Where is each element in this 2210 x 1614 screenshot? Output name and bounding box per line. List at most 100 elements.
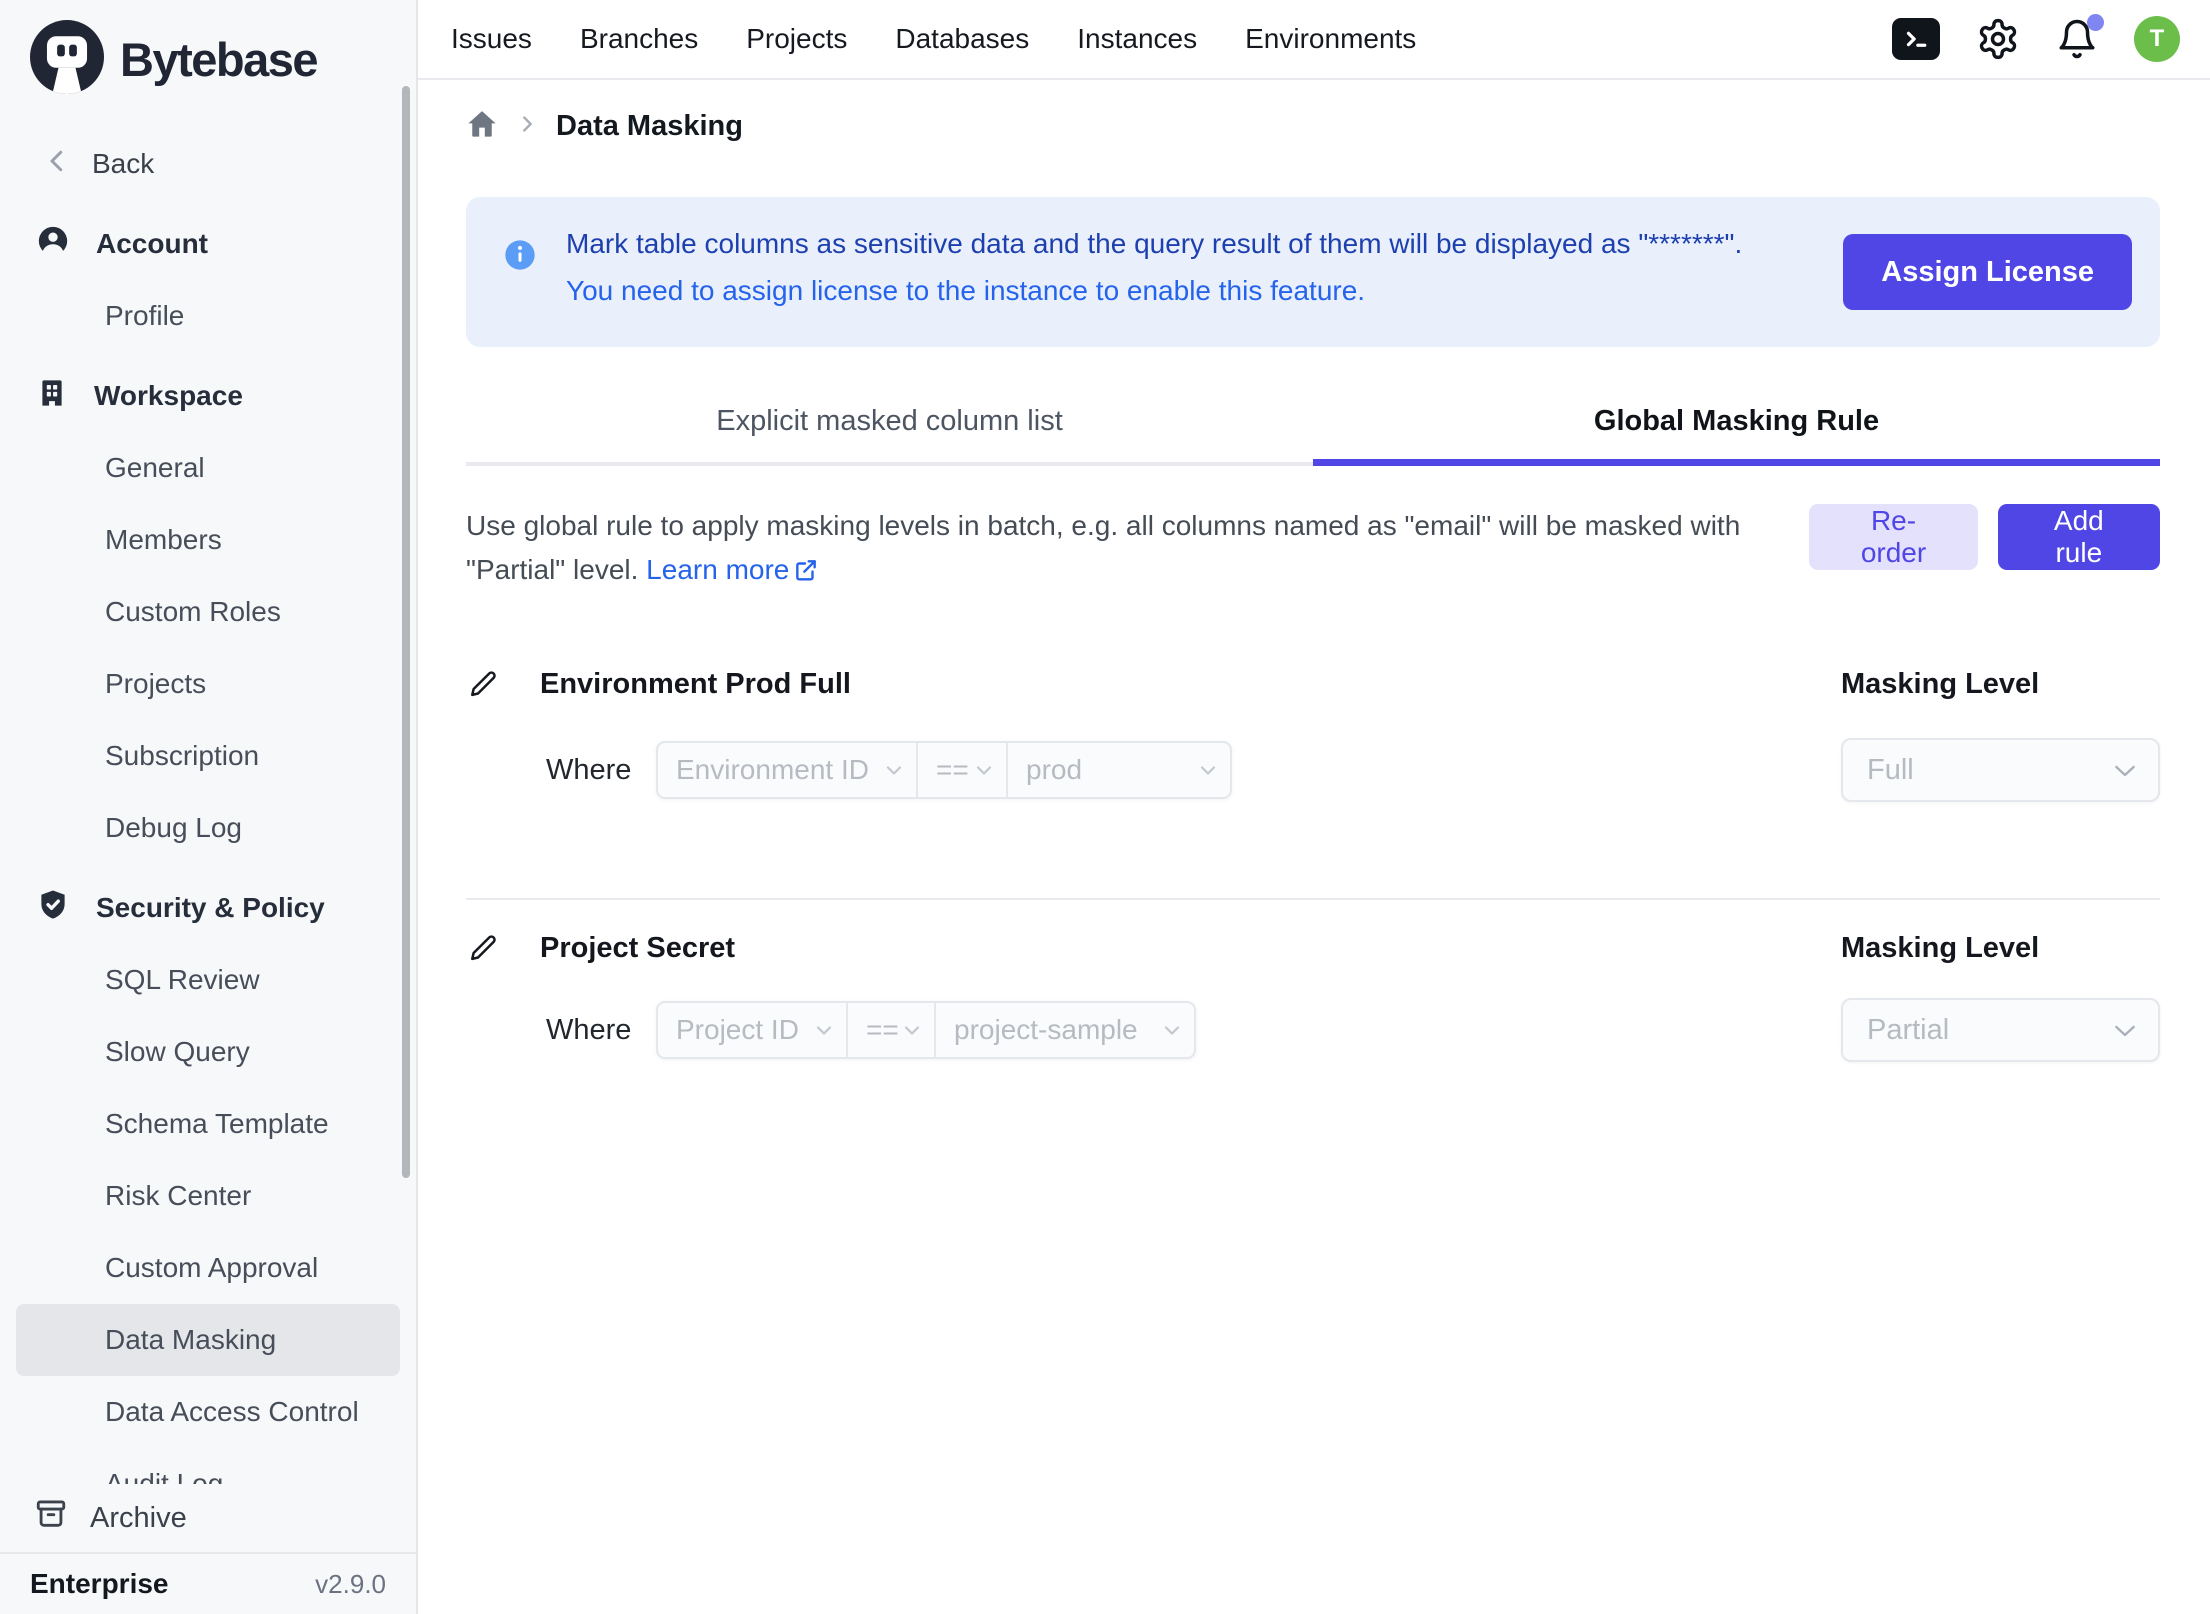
top-nav-items: Issues Branches Projects Databases Insta… [451,23,1416,55]
sidebar-scrollbar-thumb[interactable] [402,86,410,1178]
building-icon [36,377,68,416]
sidebar-item-sql-review[interactable]: SQL Review [0,944,416,1016]
sidebar-section-security-policy: Security & Policy [0,872,416,944]
where-value-select[interactable]: prod [1006,741,1232,799]
top-navigation-bar: Issues Branches Projects Databases Insta… [418,0,2210,80]
sidebar-item-archive[interactable]: Archive [0,1484,416,1552]
add-rule-button[interactable]: Add rule [1998,504,2160,570]
nav-item-environments[interactable]: Environments [1245,23,1416,55]
masking-level-label: Masking Level [1841,668,2160,701]
pencil-icon[interactable] [468,933,498,963]
sidebar-item-general[interactable]: General [0,432,416,504]
settings-sidebar: Bytebase Back Account Profile Works [0,0,418,1614]
sidebar-item-members[interactable]: Members [0,504,416,576]
archive-icon [34,1497,68,1539]
reorder-button[interactable]: Re-order [1809,504,1977,570]
bytebase-logo-icon [30,20,104,99]
back-button[interactable]: Back [0,128,416,200]
nav-item-issues[interactable]: Issues [451,23,532,55]
sidebar-item-risk-center[interactable]: Risk Center [0,1160,416,1232]
info-icon [504,239,536,276]
sidebar-item-debug-log[interactable]: Debug Log [0,792,416,864]
learn-more-link[interactable]: Learn more [646,554,819,585]
user-icon [36,224,70,265]
sidebar-item-data-masking[interactable]: Data Masking [16,1304,400,1376]
sidebar-item-slow-query[interactable]: Slow Query [0,1016,416,1088]
gear-icon[interactable] [1976,17,2020,61]
where-operator-select[interactable]: == [916,741,1008,799]
rules-actions: Re-order Add rule [1809,504,2160,570]
external-link-icon [793,558,819,589]
plan-name: Enterprise [30,1568,169,1600]
nav-item-databases[interactable]: Databases [895,23,1029,55]
rule-title: Environment Prod Full [540,668,851,701]
back-label: Back [92,148,154,180]
rule-condition-row: Where Project ID == project-sample Parti… [466,998,2160,1062]
sidebar-item-subscription[interactable]: Subscription [0,720,416,792]
rule-condition-row: Where Environment ID == prod Full [466,738,2160,802]
home-icon[interactable] [466,108,498,145]
where-label: Where [546,754,642,787]
condition-select-group: Environment ID == prod [656,741,1232,799]
tab-global-masking-rule[interactable]: Global Masking Rule [1313,405,2160,462]
masking-level-select[interactable]: Partial [1841,998,2160,1062]
where-operator-select[interactable]: == [846,1001,936,1059]
license-banner: Mark table columns as sensitive data and… [466,197,2160,347]
app-window: Bytebase Back Account Profile Works [0,0,2210,1614]
chevron-down-icon [882,758,906,782]
chevron-down-icon [812,1018,836,1042]
chevron-down-icon [900,1018,924,1042]
chevron-down-icon [1160,1018,1184,1042]
section-label: Account [96,228,208,260]
chevron-right-icon [516,113,538,140]
nav-item-branches[interactable]: Branches [580,23,698,55]
nav-item-projects[interactable]: Projects [746,23,847,55]
sidebar-item-profile[interactable]: Profile [0,280,416,352]
masking-tabs: Explicit masked column list Global Maski… [466,405,2160,466]
masking-level-label: Masking Level [1841,932,2160,965]
bytebase-logo[interactable]: Bytebase [30,20,317,99]
tab-explicit-masked-column-list[interactable]: Explicit masked column list [466,405,1313,462]
plan-footer: Enterprise v2.9.0 [0,1552,416,1614]
sidebar-item-custom-roles[interactable]: Custom Roles [0,576,416,648]
chevron-left-icon [42,146,72,183]
where-value-select[interactable]: project-sample [934,1001,1196,1059]
sidebar-section-account: Account [0,208,416,280]
condition-select-group: Project ID == project-sample [656,1001,1196,1059]
avatar[interactable]: T [2134,16,2180,62]
top-right-controls: T [1892,16,2180,62]
masking-level-select[interactable]: Full [1841,738,2160,802]
bytebase-wordmark: Bytebase [120,32,317,87]
sidebar-item-data-access-control[interactable]: Data Access Control [0,1376,416,1448]
main-content: Issues Branches Projects Databases Insta… [418,0,2210,1614]
breadcrumb: Data Masking [466,108,2210,145]
notification-dot [2087,14,2104,31]
page-title: Data Masking [556,110,743,143]
sql-editor-terminal-icon[interactable] [1892,18,1940,60]
bell-icon[interactable] [2056,18,2098,60]
chevron-down-icon [2110,755,2140,785]
sidebar-item-schema-template[interactable]: Schema Template [0,1088,416,1160]
chevron-down-icon [1196,758,1220,782]
where-label: Where [546,1014,642,1047]
pencil-icon[interactable] [468,669,498,699]
sidebar-scroll-area: Back Account Profile Workspace General M… [0,0,416,1614]
sidebar-item-custom-approval[interactable]: Custom Approval [0,1232,416,1304]
archive-label: Archive [90,1502,187,1535]
rule-header: Project Secret Masking Level [466,928,2160,968]
sidebar-item-projects[interactable]: Projects [0,648,416,720]
rules-header: Use global rule to apply masking levels … [466,504,2160,596]
assign-license-button[interactable]: Assign License [1843,234,2132,310]
app-version: v2.9.0 [315,1569,386,1600]
where-field-select[interactable]: Environment ID [656,741,918,799]
shield-check-icon [36,888,70,929]
rules-description: Use global rule to apply masking levels … [466,504,1809,596]
chevron-down-icon [972,758,996,782]
masking-rule-project-secret: Project Secret Masking Level Where Proje… [466,928,2160,1062]
rule-divider [466,898,2160,900]
chevron-down-icon [2110,1015,2140,1045]
where-field-select[interactable]: Project ID [656,1001,848,1059]
sidebar-section-workspace: Workspace [0,360,416,432]
nav-item-instances[interactable]: Instances [1077,23,1197,55]
rule-title: Project Secret [540,932,735,965]
